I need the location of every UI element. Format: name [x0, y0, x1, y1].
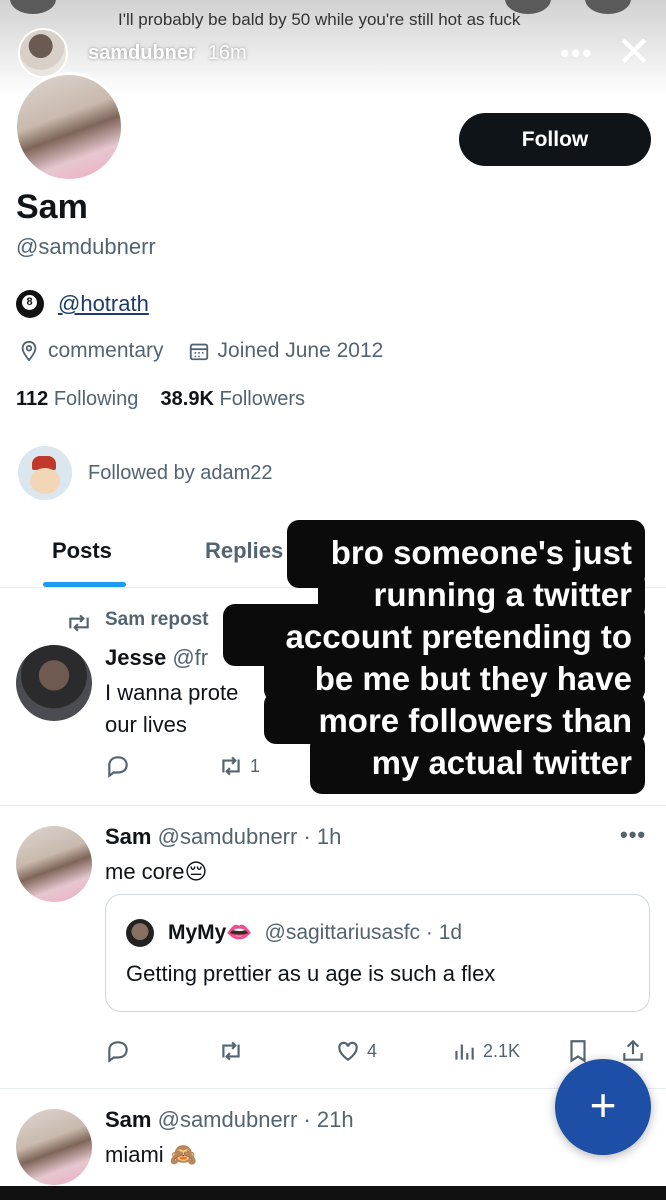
profile-stats: 112 Following 38.9K Followers	[16, 388, 305, 411]
quote-text: Getting prettier as u age is such a flex	[126, 961, 496, 986]
post-actions: 4 2.1K	[105, 1038, 650, 1068]
following-label: Following	[53, 388, 139, 410]
post-text: me core😔	[105, 859, 208, 884]
post-author: Sam @samdubnerr · 21h	[105, 1107, 354, 1133]
share-icon	[623, 1039, 643, 1061]
followers-link[interactable]: 38.9K Followers	[161, 388, 306, 410]
repost-label: Sam repost	[105, 609, 209, 630]
repost-count: 1	[250, 755, 261, 776]
quote-handle-time: @sagittariusasfc · 1d	[264, 921, 463, 944]
overlay-line: account pretending to	[285, 618, 633, 655]
reply-button[interactable]	[105, 1038, 131, 1064]
reply-icon	[108, 756, 128, 778]
following-link[interactable]: 112 Following	[16, 388, 138, 410]
story-caption: I'll probably be bald by 50 while you're…	[118, 10, 521, 29]
post-avatar[interactable]	[16, 645, 92, 721]
author-handle-time: @samdubnerr · 1h	[157, 824, 342, 849]
post-author: Sam @samdubnerr · 1h	[105, 824, 341, 850]
repost-icon	[69, 614, 89, 632]
post-text: I wanna prote our lives	[105, 677, 238, 741]
quoted-post[interactable]: MyMy👄 @sagittariusasfc · 1d Getting pret…	[105, 894, 650, 1012]
follow-button[interactable]: Follow	[459, 113, 651, 166]
bookmark-button[interactable]	[565, 1038, 591, 1064]
tab-replies[interactable]: Replies	[205, 538, 283, 564]
affiliate-link[interactable]: @hotrath	[58, 291, 149, 317]
author-name[interactable]: Sam	[105, 1107, 151, 1132]
close-icon[interactable]: ✕	[614, 31, 654, 73]
overlay-line: bro someone's just	[330, 534, 632, 571]
author-handle-time: @samdubnerr · 21h	[157, 1107, 354, 1132]
repost-button[interactable]	[218, 1038, 244, 1064]
plus-icon: +	[589, 1079, 617, 1131]
story-bar	[585, 0, 631, 14]
story-avatar[interactable]	[18, 28, 68, 78]
active-tab-indicator	[43, 582, 126, 587]
story-time: 16m	[207, 41, 247, 64]
repost-icon	[222, 756, 240, 776]
story-username[interactable]: samdubner	[88, 42, 196, 65]
quote-author: MyMy👄 @sagittariusasfc · 1d	[126, 919, 462, 947]
overlay-line: be me but they have	[314, 660, 632, 697]
bottom-bar	[0, 1186, 666, 1200]
reply-button[interactable]	[105, 753, 131, 779]
post-item[interactable]: Sam @samdubnerr · 1h ••• me core😔 MyMy👄 …	[0, 806, 666, 1089]
reply-icon	[108, 1041, 128, 1063]
bookmark-icon	[570, 1040, 586, 1063]
overlay-line: more followers than	[318, 702, 632, 739]
story-user[interactable]: samdubner 16m	[18, 28, 247, 78]
like-button[interactable]: 4	[335, 1038, 377, 1064]
post-text-line: our lives	[105, 712, 187, 737]
more-horizontal-icon[interactable]: •••	[560, 38, 593, 69]
affiliate-badge[interactable]: @hotrath	[16, 290, 149, 318]
followers-count: 38.9K	[160, 388, 214, 410]
views-icon	[455, 1044, 474, 1060]
tab-posts[interactable]: Posts	[52, 538, 112, 564]
followed-by-text: Followed by adam22	[88, 461, 273, 484]
overlay-line: running a twitter	[373, 576, 633, 613]
follower-avatar	[18, 446, 72, 500]
eight-ball-icon	[16, 290, 44, 318]
post-text: miami 🙈	[105, 1142, 198, 1167]
post-author: Jesse @fr	[105, 645, 208, 671]
quote-avatar	[126, 919, 154, 947]
compose-button[interactable]: +	[555, 1059, 651, 1155]
profile-meta: commentary Joined June 2012	[18, 339, 383, 363]
profile-handle: @samdubnerr	[16, 234, 156, 259]
author-name[interactable]: Sam	[105, 824, 151, 849]
followers-label: Followers	[219, 388, 306, 410]
profile-avatar[interactable]	[14, 72, 124, 182]
overlay-line: my actual twitter	[371, 744, 632, 781]
view-count: 2.1K	[483, 1040, 521, 1061]
author-name[interactable]: Jesse	[105, 645, 166, 670]
author-handle: @fr	[172, 645, 209, 670]
views-button[interactable]: 2.1K	[451, 1038, 520, 1064]
following-count: 112	[16, 388, 49, 410]
followed-by[interactable]: Followed by adam22	[18, 446, 273, 500]
display-name: Sam	[16, 188, 88, 226]
post-avatar[interactable]	[16, 1109, 92, 1185]
repost-button[interactable]: 1	[218, 753, 260, 779]
share-button[interactable]	[620, 1038, 646, 1064]
quote-name: MyMy👄	[168, 921, 253, 944]
location-icon	[21, 340, 37, 362]
calendar-icon	[189, 343, 208, 361]
profile-location: commentary	[48, 339, 164, 362]
heart-icon	[338, 1041, 358, 1061]
post-text-line: I wanna prote	[105, 680, 239, 705]
repost-icon	[222, 1041, 240, 1061]
post-avatar[interactable]	[16, 826, 92, 902]
more-horizontal-icon[interactable]: •••	[620, 822, 646, 848]
profile-joined: Joined June 2012	[217, 339, 384, 362]
like-count: 4	[367, 1040, 378, 1061]
story-bar	[10, 0, 56, 14]
